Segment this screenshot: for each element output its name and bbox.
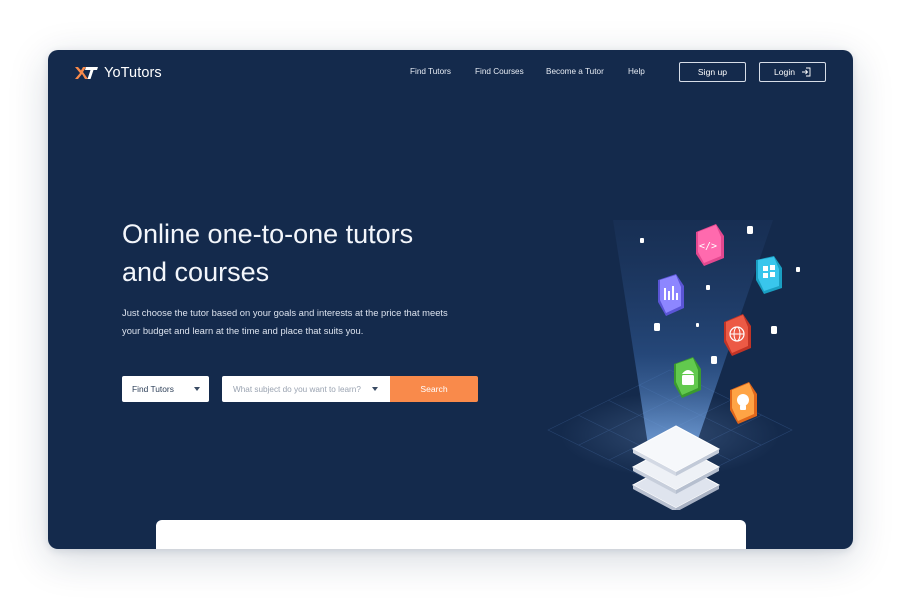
content-card: [156, 520, 746, 549]
nav-help[interactable]: Help: [628, 67, 645, 76]
brand-name: YoTutors: [104, 65, 162, 81]
hero-subtitle-line-2: your budget and learn at the time and pl…: [122, 325, 364, 336]
chevron-down-icon[interactable]: [372, 387, 378, 391]
login-button[interactable]: Login: [759, 62, 826, 82]
browser-window: YoTutors Find Tutors Find Courses Become…: [48, 50, 853, 549]
chevron-down-icon: [194, 387, 200, 391]
login-label: Login: [773, 67, 796, 77]
hero-subtitle-line-1: Just choose the tutor based on your goal…: [122, 307, 448, 318]
category-select[interactable]: Find Tutors: [122, 376, 209, 402]
nav-find-courses[interactable]: Find Courses: [475, 67, 524, 76]
hero-title-line-1: Online one-to-one tutors: [122, 219, 414, 249]
hero-illustration: </>: [547, 220, 800, 510]
nav-become-tutor[interactable]: Become a Tutor: [546, 67, 604, 76]
subject-search-field[interactable]: [222, 376, 390, 402]
logo[interactable]: YoTutors: [74, 65, 162, 81]
yotutors-logo-icon: [75, 67, 98, 79]
subject-search-input[interactable]: [231, 376, 375, 402]
svg-text:</>: </>: [699, 241, 717, 252]
hero-title: Online one-to-one tutors and courses: [122, 215, 542, 291]
hero-subtitle: Just choose the tutor based on your goal…: [122, 304, 467, 340]
search-button[interactable]: Search: [390, 376, 478, 402]
signup-label: Sign up: [697, 67, 728, 77]
login-arrow-icon: [802, 67, 811, 77]
grid-apps-icon: [756, 256, 782, 294]
hero-title-line-2: and courses: [122, 257, 270, 287]
category-select-value: Find Tutors: [132, 384, 174, 394]
search-button-label: Search: [420, 384, 448, 394]
signup-button[interactable]: Sign up: [679, 62, 746, 82]
nav-find-tutors[interactable]: Find Tutors: [410, 67, 451, 76]
